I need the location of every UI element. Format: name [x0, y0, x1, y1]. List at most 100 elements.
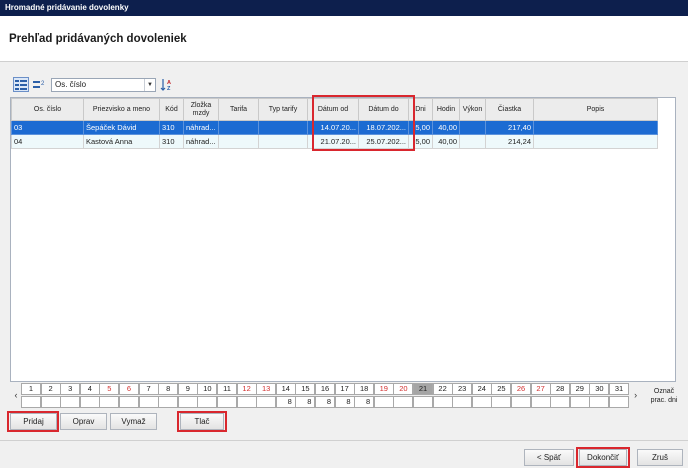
table-cell[interactable]: [533, 120, 658, 135]
table-cell[interactable]: 214,24: [485, 134, 534, 149]
table-cell[interactable]: [459, 134, 486, 149]
calendar-day[interactable]: 23: [452, 383, 473, 409]
calendar-day[interactable]: 29: [569, 383, 590, 409]
calendar-day-hours[interactable]: [452, 396, 473, 408]
calendar-day-hours[interactable]: [609, 396, 629, 408]
column-header[interactable]: Čiastka: [485, 98, 534, 121]
table-cell[interactable]: Kastová Anna: [83, 134, 160, 149]
calendar-day-hours[interactable]: [79, 396, 100, 408]
calendar-day-hours[interactable]: [21, 396, 41, 408]
calendar-day-hours[interactable]: [491, 396, 512, 408]
table-cell[interactable]: [459, 120, 486, 135]
calendar-day[interactable]: 2: [40, 383, 61, 409]
table-cell[interactable]: náhrad...: [183, 134, 219, 149]
calendar-day-hours[interactable]: [550, 396, 571, 408]
table-cell[interactable]: [258, 120, 308, 135]
calendar-day[interactable]: 25: [491, 383, 512, 409]
table-cell[interactable]: 310: [159, 120, 184, 135]
column-header[interactable]: Kód: [159, 98, 184, 121]
sort-field-select[interactable]: Os. číslo ▼: [51, 78, 156, 92]
table-cell[interactable]: 217,40: [485, 120, 534, 135]
calendar-day-hours[interactable]: [373, 396, 394, 408]
calendar-day-hours[interactable]: [236, 396, 257, 408]
calendar-day-hours[interactable]: [197, 396, 218, 408]
calendar-day[interactable]: 13: [256, 383, 277, 409]
calendar-day[interactable]: 24: [471, 383, 492, 409]
column-header[interactable]: Priezvisko a meno: [83, 98, 160, 121]
column-header[interactable]: Popis: [533, 98, 658, 121]
table-cell[interactable]: 04: [11, 134, 84, 149]
calendar-day-hours[interactable]: [530, 396, 551, 408]
calendar-day[interactable]: 8: [158, 383, 179, 409]
calendar-day[interactable]: 12: [236, 383, 257, 409]
sort-az-icon[interactable]: AZ: [159, 77, 175, 92]
calendar-day-hours[interactable]: [393, 396, 414, 408]
calendar-day[interactable]: 30: [589, 383, 610, 409]
calendar-day[interactable]: 16 8: [315, 383, 335, 409]
calendar-day-hours[interactable]: [99, 396, 120, 408]
delete-button[interactable]: Vymaž: [110, 413, 157, 430]
table-cell[interactable]: náhrad...: [183, 120, 219, 135]
table-cell[interactable]: 40,00: [432, 120, 460, 135]
calendar-next-icon[interactable]: ›: [631, 383, 641, 409]
calendar-day[interactable]: 31: [609, 383, 629, 409]
calendar-day-hours[interactable]: 8: [354, 396, 375, 408]
column-header[interactable]: Os. číslo: [11, 98, 84, 121]
calendar-day[interactable]: 18 8: [354, 383, 375, 409]
column-header[interactable]: Hodin: [432, 98, 460, 121]
cancel-button[interactable]: Zruš: [637, 449, 683, 466]
calendar-day[interactable]: 3: [60, 383, 81, 409]
calendar-day-hours[interactable]: [413, 396, 433, 408]
calendar-day[interactable]: 11: [217, 383, 237, 409]
table-cell[interactable]: [218, 134, 259, 149]
calendar-day[interactable]: 21: [413, 383, 433, 409]
calendar-day[interactable]: 1: [21, 383, 41, 409]
calendar-day[interactable]: 9: [177, 383, 198, 409]
calendar-day[interactable]: 6: [119, 383, 139, 409]
calendar-day-hours[interactable]: 8: [295, 396, 316, 408]
calendar-day[interactable]: 5: [99, 383, 120, 409]
back-button[interactable]: < Späť: [524, 449, 574, 466]
calendar-day-hours[interactable]: 8: [315, 396, 335, 408]
numbered-list-icon[interactable]: 2: [31, 77, 47, 92]
calendar-day[interactable]: 26: [511, 383, 531, 409]
column-header[interactable]: Typ tarify: [258, 98, 308, 121]
calendar-day-hours[interactable]: [138, 396, 159, 408]
calendar-day[interactable]: 22: [432, 383, 453, 409]
calendar-day-hours[interactable]: 8: [275, 396, 296, 408]
calendar-day[interactable]: 7: [138, 383, 159, 409]
calendar-day[interactable]: 10: [197, 383, 218, 409]
calendar-day-hours[interactable]: [256, 396, 277, 408]
table-cell[interactable]: 40,00: [432, 134, 460, 149]
calendar-day-hours[interactable]: [119, 396, 139, 408]
table-cell[interactable]: Šepáček Dávid: [83, 120, 160, 135]
calendar-day-hours[interactable]: [217, 396, 237, 408]
calendar-day[interactable]: 15 8: [295, 383, 316, 409]
table-cell[interactable]: 310: [159, 134, 184, 149]
mark-work-days-button[interactable]: Označ prac. dni: [646, 385, 682, 409]
calendar-day[interactable]: 28: [550, 383, 571, 409]
table-cell[interactable]: [258, 134, 308, 149]
table-cell[interactable]: [533, 134, 658, 149]
calendar-day[interactable]: 20: [393, 383, 414, 409]
calendar-day-hours[interactable]: [589, 396, 610, 408]
table-cell[interactable]: 03: [11, 120, 84, 135]
calendar-day-hours[interactable]: [158, 396, 179, 408]
calendar-day[interactable]: 4: [79, 383, 100, 409]
column-header[interactable]: Zložka mzdy: [183, 98, 219, 121]
calendar-day-hours[interactable]: [40, 396, 61, 408]
calendar-day-hours[interactable]: [432, 396, 453, 408]
calendar-day-hours[interactable]: [177, 396, 198, 408]
table-cell[interactable]: [218, 120, 259, 135]
calendar-day[interactable]: 17 8: [334, 383, 355, 409]
column-header[interactable]: Výkon: [459, 98, 486, 121]
calendar-day[interactable]: 19: [373, 383, 394, 409]
calendar-day-hours[interactable]: [511, 396, 531, 408]
calendar-day-hours[interactable]: [60, 396, 81, 408]
list-view-icon[interactable]: [13, 77, 29, 92]
calendar-day-hours[interactable]: 8: [334, 396, 355, 408]
calendar-prev-icon[interactable]: ‹: [11, 383, 21, 409]
edit-button[interactable]: Oprav: [60, 413, 107, 430]
calendar-day-hours[interactable]: [569, 396, 590, 408]
column-header[interactable]: Tarifa: [218, 98, 259, 121]
